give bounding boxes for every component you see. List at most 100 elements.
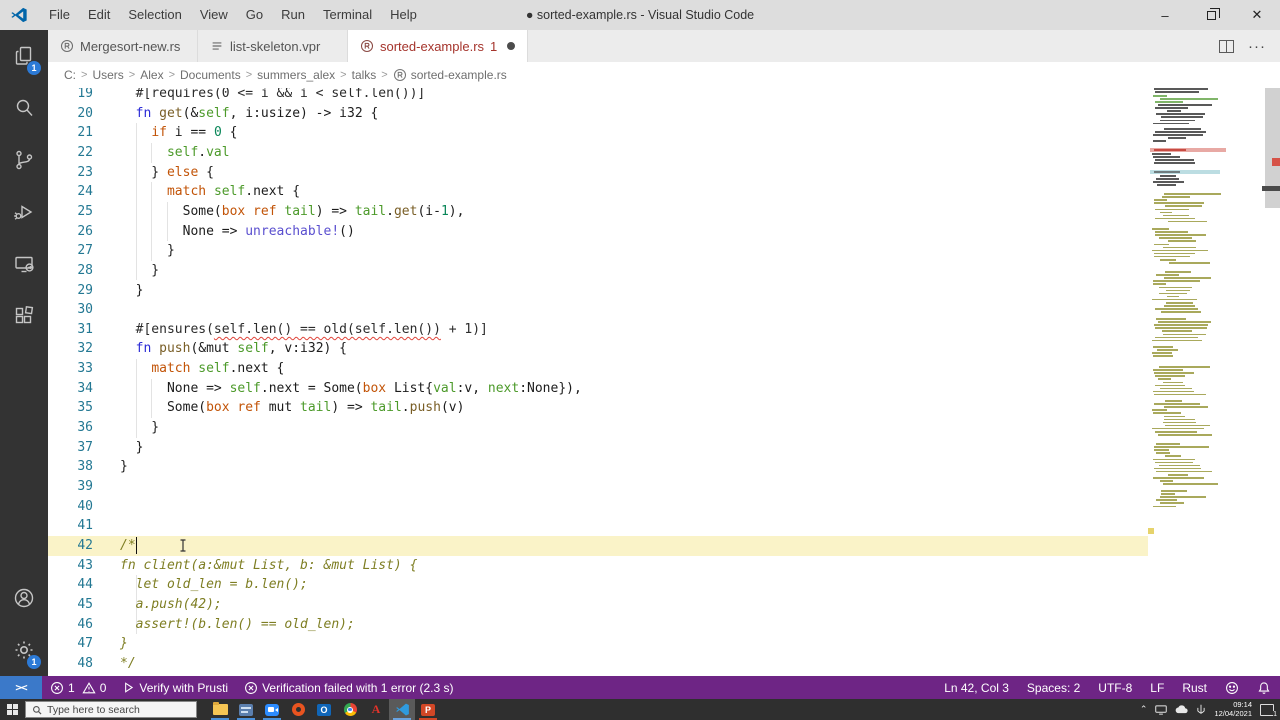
code-text: match self.next { (166, 184, 301, 200)
code-line[interactable]: 44 let old_len = b.len(); (48, 575, 1280, 595)
source-control-icon[interactable] (0, 134, 48, 186)
problems-indicator[interactable]: 1 0 (42, 676, 114, 699)
split-editor-icon[interactable] (1219, 39, 1234, 53)
code-line[interactable]: 19 #[requires(0 <= i && i < self.len())] (48, 88, 1280, 104)
tab-sorted-example.rs[interactable]: sorted-example.rs 1 (348, 30, 529, 62)
start-button[interactable] (0, 699, 24, 720)
taskbar-outlook-icon[interactable]: O (311, 699, 337, 720)
taskbar-vscode-icon[interactable] (389, 699, 415, 720)
code-line[interactable]: 24 match self.next { (48, 182, 1280, 202)
minimize-button[interactable]: – (1142, 0, 1188, 30)
tab-bar: Mergesort-new.rs list-skeleton.vpr sorted-… (48, 30, 1280, 62)
taskbar-clock[interactable]: 09:14 12/04/2021 (1214, 700, 1252, 718)
code-line[interactable]: 46 assert!(b.len() == old_len); (48, 614, 1280, 635)
code-line[interactable]: 28 } (48, 260, 1280, 281)
remote-explorer-icon[interactable] (0, 238, 48, 290)
menu-go[interactable]: Go (237, 0, 272, 30)
menu-view[interactable]: View (191, 0, 237, 30)
extensions-icon[interactable] (0, 290, 48, 342)
taskbar-blue-app-icon[interactable] (233, 699, 259, 720)
verification-status[interactable]: Verification failed with 1 error (2.3 s) (236, 676, 461, 699)
code-line[interactable]: 33 match self.next { (48, 359, 1280, 379)
minimap-line (1155, 318, 1186, 320)
menu-help[interactable]: Help (381, 0, 426, 30)
notifications-bell-icon[interactable] (1248, 676, 1280, 699)
minimap-line (1164, 424, 1211, 427)
code-line[interactable]: 40 (48, 497, 1280, 517)
code-editor[interactable]: 19 #[requires(0 <= i && i < self.len())]… (48, 88, 1280, 676)
taskbar-zoom-icon[interactable] (259, 699, 285, 720)
restore-button[interactable] (1188, 0, 1234, 30)
code-line[interactable]: 39 (48, 477, 1280, 497)
run-debug-icon[interactable] (0, 186, 48, 238)
taskbar-file-explorer-icon[interactable] (207, 699, 233, 720)
code-line[interactable]: 32 fn push(&mut self, v:i32) { (48, 339, 1280, 359)
code-line[interactable]: 34 None => self.next = Some(box List{val… (48, 378, 1280, 399)
code-line[interactable]: 37 } (48, 438, 1280, 458)
code-line[interactable]: 36 } (48, 418, 1280, 438)
settings-gear-icon[interactable]: 1 (0, 624, 48, 676)
breadcrumb-item[interactable]: C: (64, 68, 76, 82)
taskbar-acrobat-icon[interactable]: A (363, 699, 389, 720)
taskbar-search-input[interactable]: Type here to search (25, 701, 197, 718)
code-line[interactable]: 25 Some(box ref tail) => tail.get(i-1), (48, 201, 1280, 222)
code-line[interactable]: 22 self.val (48, 142, 1280, 163)
breadcrumb-item[interactable]: talks (352, 68, 377, 82)
menu-run[interactable]: Run (272, 0, 314, 30)
tab-Mergesort-new.rs[interactable]: Mergesort-new.rs (48, 30, 198, 62)
menu-file[interactable]: File (40, 0, 79, 30)
breadcrumb-item[interactable]: summers_alex (257, 68, 335, 82)
minimap-line (1163, 277, 1211, 279)
cursor-position[interactable]: Ln 42, Col 3 (935, 676, 1018, 699)
display-icon[interactable] (1155, 704, 1168, 715)
breadcrumb-file[interactable]: sorted-example.rs (393, 68, 507, 82)
code-line[interactable]: 31 #[ensures(self.len() == old(self.len(… (48, 320, 1280, 340)
code-line[interactable]: 21 if i == 0 { (48, 123, 1280, 143)
code-line[interactable]: 27 } (48, 241, 1280, 261)
editor-scrollbar[interactable] (1262, 88, 1280, 676)
code-line[interactable]: 35 Some(box ref mut tail) => tail.push(v… (48, 398, 1280, 419)
close-button[interactable]: ✕ (1234, 0, 1280, 30)
breadcrumb-item[interactable]: Users (92, 68, 123, 82)
code-line[interactable]: 48 */ (48, 654, 1280, 674)
code-line[interactable]: 20 fn get(&self, i:usize) -> i32 { (48, 104, 1280, 124)
breadcrumb-item[interactable]: Alex (140, 68, 163, 82)
taskbar-chrome-icon[interactable] (337, 699, 363, 720)
code-line[interactable]: 42 /* (48, 536, 1280, 556)
indentation[interactable]: Spaces: 2 (1018, 676, 1089, 699)
encoding[interactable]: UTF-8 (1089, 676, 1141, 699)
code-line[interactable]: 38} (48, 457, 1280, 477)
code-line[interactable]: 41 (48, 516, 1280, 536)
minimap[interactable] (1148, 88, 1264, 676)
usb-device-icon[interactable] (1196, 704, 1206, 715)
tab-list-skeleton.vpr[interactable]: list-skeleton.vpr (198, 30, 348, 62)
code-line[interactable]: 43 fn client(a:&mut List, b: &mut List) { (48, 556, 1280, 576)
onedrive-cloud-icon[interactable] (1175, 705, 1189, 714)
code-line[interactable]: 47} (48, 634, 1280, 654)
taskbar-powerpoint-icon[interactable]: P (415, 699, 441, 720)
code-line[interactable]: 30 (48, 300, 1280, 320)
code-line[interactable]: 23 } else { (48, 162, 1280, 183)
code-line[interactable]: 26 None => unreachable!() (48, 221, 1280, 242)
explorer-icon[interactable]: 1 (0, 30, 48, 82)
status-bar: >< 1 0 Verify with Prusti Verification f… (0, 676, 1280, 699)
tray-chevron-icon[interactable]: ⌃ (1140, 704, 1148, 715)
remote-indicator[interactable]: >< (0, 676, 42, 699)
account-icon[interactable] (0, 572, 48, 624)
verify-prusti-button[interactable]: Verify with Prusti (114, 676, 236, 699)
action-center-icon[interactable]: 1 (1260, 703, 1277, 718)
menu-terminal[interactable]: Terminal (314, 0, 381, 30)
minimap-line (1161, 116, 1203, 118)
eol-sequence[interactable]: LF (1141, 676, 1173, 699)
taskbar-ubuntu-icon[interactable] (285, 699, 311, 720)
feedback-smiley-icon[interactable] (1216, 676, 1248, 699)
code-line[interactable]: 45 a.push(42); (48, 594, 1280, 615)
editor-more-actions-icon[interactable]: ··· (1248, 38, 1266, 55)
menu-edit[interactable]: Edit (79, 0, 119, 30)
code-line[interactable]: 29 } (48, 281, 1280, 301)
language-mode[interactable]: Rust (1173, 676, 1216, 699)
code-text: } (120, 282, 144, 298)
search-icon[interactable] (0, 82, 48, 134)
menu-selection[interactable]: Selection (119, 0, 190, 30)
breadcrumb-item[interactable]: Documents (180, 68, 241, 82)
